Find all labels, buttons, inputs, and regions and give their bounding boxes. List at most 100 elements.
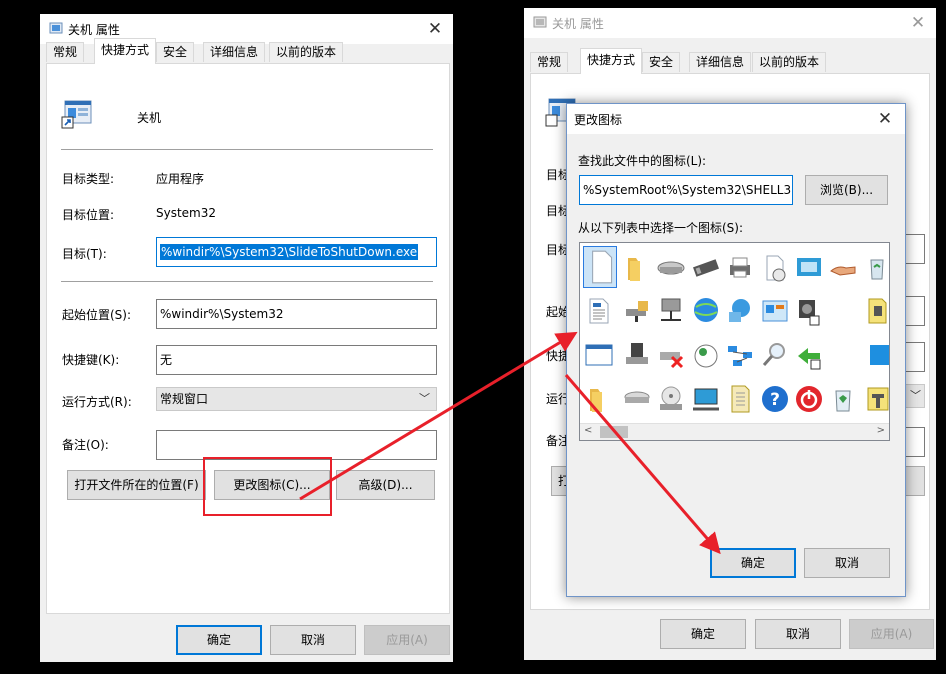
document-grid-icon[interactable] <box>725 384 755 414</box>
chevron-down-icon: ﹀ <box>419 392 430 405</box>
target-type-value: 应用程序 <box>156 172 205 186</box>
scrollbar-thumb[interactable] <box>600 426 628 438</box>
folder-icon[interactable] <box>622 253 652 283</box>
dialog-title: 更改图标 <box>574 113 623 127</box>
green-arrow-icon[interactable] <box>794 340 824 370</box>
comment-input[interactable] <box>156 430 437 460</box>
recycle-bin-full-icon[interactable] <box>828 384 858 414</box>
target-location-value: System32 <box>156 206 217 220</box>
svg-text:?: ? <box>770 390 780 410</box>
network-server-icon[interactable] <box>656 296 686 326</box>
hand-share-icon[interactable] <box>828 253 858 283</box>
memory-chip-icon[interactable] <box>691 253 721 283</box>
hard-drive-icon[interactable] <box>622 384 652 414</box>
close-icon[interactable]: ✕ <box>873 107 897 131</box>
scheduled-file-icon[interactable] <box>760 253 790 283</box>
drive-icon[interactable] <box>656 253 686 283</box>
target-input-text: %windir%\System32\SlideToShutDown.exe <box>160 244 419 260</box>
dialog-cancel-button[interactable]: 取消 <box>804 548 890 578</box>
icon-list-scrollbar[interactable]: < > <box>580 423 889 440</box>
shortcut-app-icon <box>533 16 547 28</box>
tab-details[interactable]: 详细信息 <box>203 42 266 62</box>
tab-general[interactable]: 常规 <box>46 42 85 62</box>
cd-drive-icon[interactable] <box>656 384 686 414</box>
change-icon-dialog: 更改图标 ✕ 查找此文件中的图标(L): %SystemRoot%\System… <box>566 103 906 597</box>
ok-button[interactable]: 确定 <box>176 625 262 655</box>
tab-shortcut[interactable]: 快捷方式 <box>94 38 157 64</box>
annotation-highlight-box <box>203 457 332 516</box>
mouse-globe-icon[interactable] <box>691 340 721 370</box>
left-shortcut-panel: 关机 目标类型: 应用程序 目标位置: System32 目标(T): %win… <box>46 63 450 614</box>
tab-security[interactable]: 安全 <box>642 52 681 72</box>
network-globe-icon[interactable] <box>725 296 755 326</box>
tab-previous-versions[interactable]: 以前的版本 <box>752 52 827 72</box>
globe-icon[interactable] <box>691 295 721 325</box>
cancel-button[interactable]: 取消 <box>755 619 841 649</box>
unknown-file-icon[interactable] <box>862 296 890 326</box>
target-type-label: 目标类型: <box>62 172 115 186</box>
computer-icon[interactable] <box>691 384 721 414</box>
search-icon[interactable] <box>760 340 790 370</box>
control-panel-icon[interactable] <box>760 296 790 326</box>
chevron-left-icon[interactable]: < <box>584 425 592 436</box>
divider <box>61 281 433 282</box>
help-icon[interactable]: ? <box>760 384 790 414</box>
dialog-ok-button[interactable]: 确定 <box>710 548 796 578</box>
target-label: 目标(T): <box>62 247 107 261</box>
printer-icon[interactable] <box>725 253 755 283</box>
run-label: 运行方式(R): <box>62 395 132 409</box>
ok-button[interactable]: 确定 <box>660 619 746 649</box>
tab-shortcut[interactable]: 快捷方式 <box>580 48 643 74</box>
shortcut-file-icon <box>61 100 92 129</box>
tab-security[interactable]: 安全 <box>156 42 195 62</box>
icon-list-label: 从以下列表中选择一个图标(S): <box>578 221 744 235</box>
advanced-button[interactable]: 高级(D)... <box>336 470 435 500</box>
left-properties-window: 关机 属性 ✕ 常规 快捷方式 安全 详细信息 以前的版本 关机 目标类型: 应… <box>40 14 453 662</box>
monitor-window-icon[interactable] <box>794 253 824 283</box>
blank-document-icon[interactable] <box>583 246 617 288</box>
start-in-input[interactable]: %windir%\System32 <box>156 299 437 329</box>
browse-button[interactable]: 浏览(B)... <box>805 175 888 205</box>
tools-icon[interactable] <box>862 384 890 414</box>
shortcut-app-icon <box>49 22 63 34</box>
tab-general[interactable]: 常规 <box>530 52 569 72</box>
chevron-down-icon: ﹀ <box>910 389 921 402</box>
divider <box>61 149 433 150</box>
speaker-shortcut-icon[interactable] <box>794 296 824 326</box>
hotkey-label: 快捷键(K): <box>62 353 120 367</box>
cancel-button[interactable]: 取消 <box>270 625 356 655</box>
run-mode-value: 常规窗口 <box>160 392 209 406</box>
hotkey-input[interactable]: 无 <box>156 345 437 375</box>
application-window-icon[interactable] <box>584 340 614 370</box>
left-window-title: 关机 属性 <box>68 23 120 37</box>
chevron-right-icon[interactable]: > <box>877 425 885 436</box>
removed-drive-icon[interactable] <box>656 340 686 370</box>
text-document-icon[interactable] <box>584 296 614 326</box>
right-title-bar: 关机 属性 ✕ <box>524 8 936 38</box>
tab-details[interactable]: 详细信息 <box>689 52 752 72</box>
dialog-title-bar: 更改图标 ✕ <box>567 104 905 134</box>
find-icons-label: 查找此文件中的图标(L): <box>578 154 707 168</box>
apply-button[interactable]: 应用(A) <box>364 625 450 655</box>
right-window-title: 关机 属性 <box>552 17 604 31</box>
comment-label: 备注(O): <box>62 438 109 452</box>
recycle-bin-icon[interactable] <box>862 253 890 283</box>
apply-button[interactable]: 应用(A) <box>849 619 934 649</box>
blue-square-icon[interactable] <box>870 345 889 365</box>
close-icon[interactable]: ✕ <box>423 17 447 41</box>
floppy-disk-icon[interactable] <box>622 340 652 370</box>
icon-file-input[interactable]: %SystemRoot%\System32\SHELL32.dll <box>579 175 793 205</box>
power-icon[interactable] <box>794 384 824 414</box>
tab-previous-versions[interactable]: 以前的版本 <box>269 42 344 62</box>
run-mode-select[interactable]: 常规窗口 ﹀ <box>156 387 437 411</box>
network-map-icon[interactable] <box>725 340 755 370</box>
target-input[interactable]: %windir%\System32\SlideToShutDown.exe <box>156 237 437 267</box>
folder-icon[interactable] <box>584 384 614 414</box>
target-location-label: 目标位置: <box>62 208 115 222</box>
close-icon[interactable]: ✕ <box>906 11 930 35</box>
open-file-location-button[interactable]: 打开文件所在的位置(F) <box>67 470 206 500</box>
network-drive-icon[interactable] <box>622 296 652 326</box>
shortcut-name: 关机 <box>137 111 162 125</box>
start-in-label: 起始位置(S): <box>62 308 132 322</box>
icon-list[interactable]: ? < > <box>579 242 890 441</box>
